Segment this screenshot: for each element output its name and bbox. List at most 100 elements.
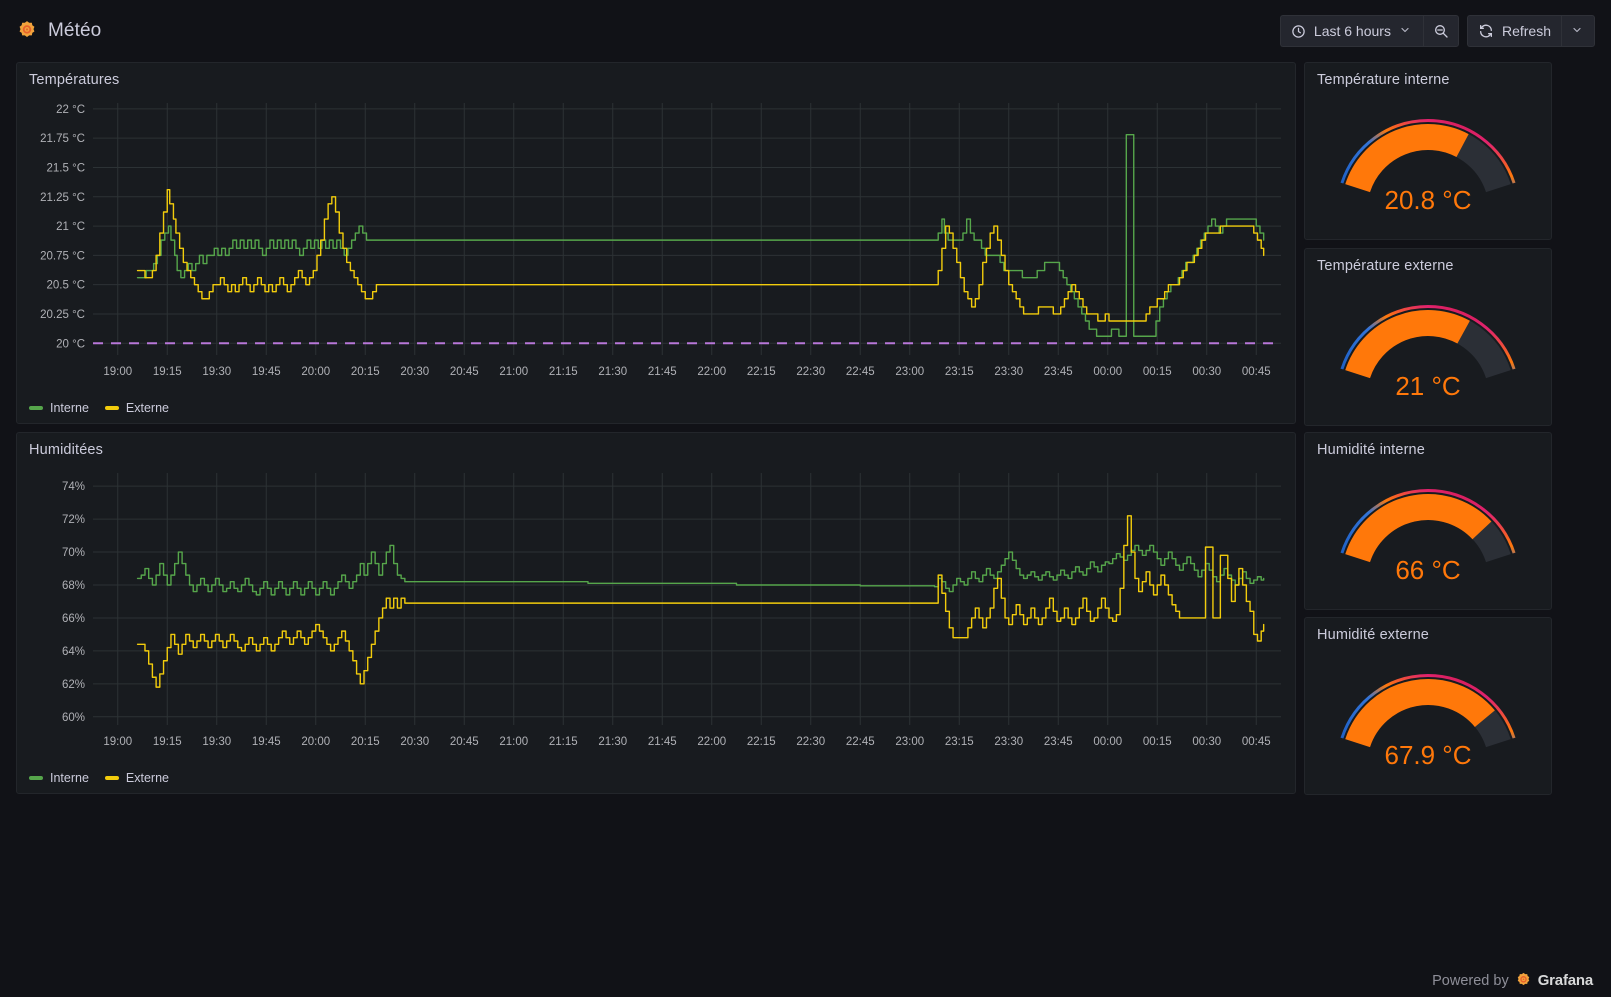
svg-text:66%: 66% [62, 613, 85, 625]
svg-text:20:15: 20:15 [351, 736, 380, 748]
svg-text:00:15: 00:15 [1143, 366, 1172, 378]
legend-swatch-interne [29, 776, 43, 780]
svg-text:20.75 °C: 20.75 °C [40, 250, 85, 262]
gauge-value-temp-externe: 21 °C [1395, 371, 1460, 401]
svg-text:68%: 68% [62, 580, 85, 592]
gauge-value-hum-externe: 67.9 °C [1384, 740, 1471, 770]
gauge-value-temp-interne: 20.8 °C [1384, 185, 1471, 215]
svg-text:20.5 °C: 20.5 °C [47, 280, 85, 292]
svg-text:22:30: 22:30 [796, 366, 825, 378]
svg-text:21.75 °C: 21.75 °C [40, 133, 85, 145]
legend-swatch-externe [104, 406, 119, 410]
panel-temperature-interne[interactable]: Température interne 20.8 °C [1304, 62, 1552, 240]
svg-text:21:15: 21:15 [549, 366, 578, 378]
timeseries-chart-humidites[interactable]: 60% 62% 64% 66% 68% 70% 72% 74% 19:00 19:15 19:30 1… [17, 461, 1295, 771]
svg-text:21:00: 21:00 [499, 736, 528, 748]
panel-temperature-externe[interactable]: Température externe 21 °C [1304, 248, 1552, 426]
panel-title-humidite-externe: Humidité externe [1317, 627, 1430, 643]
svg-text:00:00: 00:00 [1093, 366, 1122, 378]
svg-text:20:45: 20:45 [450, 366, 479, 378]
legend-swatch-externe [104, 776, 119, 780]
svg-text:20:00: 20:00 [301, 366, 330, 378]
svg-text:21.5 °C: 21.5 °C [47, 162, 85, 174]
legend-item-interne[interactable]: Interne [29, 771, 89, 785]
page-title: Météo [48, 20, 102, 41]
grafana-logo-icon [16, 20, 38, 42]
svg-text:00:45: 00:45 [1242, 736, 1271, 748]
svg-text:19:15: 19:15 [153, 736, 182, 748]
gauge-temperature-externe: 21 °C [1305, 275, 1551, 425]
svg-text:21:00: 21:00 [499, 366, 528, 378]
svg-text:72%: 72% [62, 514, 85, 526]
panel-humidite-externe[interactable]: Humidité externe 67.9 °C [1304, 617, 1552, 795]
svg-text:20:00: 20:00 [301, 736, 330, 748]
gauge-humidite-externe: 67.9 °C [1305, 644, 1551, 794]
clock-icon [1291, 24, 1306, 39]
svg-text:20:15: 20:15 [351, 366, 380, 378]
time-range-group: Last 6 hours [1279, 15, 1459, 47]
svg-text:19:30: 19:30 [202, 366, 231, 378]
panel-humidite-interne[interactable]: Humidité interne 66 °C [1304, 432, 1552, 610]
svg-text:20:45: 20:45 [450, 736, 479, 748]
gauge-humidite-interne: 66 °C [1305, 459, 1551, 609]
panel-title-humidites: Humiditées [29, 442, 104, 458]
dashboard-title-group[interactable]: Météo [16, 20, 101, 42]
footer-brand: Grafana [1537, 972, 1593, 989]
zoom-out-time-range-button[interactable] [1422, 15, 1459, 47]
svg-text:21:45: 21:45 [648, 736, 677, 748]
nav-controls: Last 6 hours Refresh [1279, 15, 1595, 47]
panel-humidites[interactable]: Humiditées 60% 62% 64% 66% 68% 70% 72% 74% 19:00… [16, 432, 1296, 794]
legend-item-externe[interactable]: Externe [104, 401, 170, 415]
legend-item-interne[interactable]: Interne [29, 401, 89, 415]
svg-text:00:15: 00:15 [1143, 736, 1172, 748]
svg-text:23:15: 23:15 [945, 736, 974, 748]
svg-text:23:30: 23:30 [994, 736, 1023, 748]
panel-title-temperature-interne: Température interne [1317, 72, 1450, 88]
svg-text:20:30: 20:30 [400, 366, 429, 378]
chevron-down-icon [1399, 24, 1413, 38]
svg-text:19:00: 19:00 [103, 366, 132, 378]
svg-text:00:45: 00:45 [1242, 366, 1271, 378]
svg-text:20 °C: 20 °C [56, 338, 85, 350]
svg-text:19:15: 19:15 [153, 366, 182, 378]
refresh-icon [1478, 23, 1494, 39]
svg-text:19:45: 19:45 [252, 366, 281, 378]
svg-text:22:00: 22:00 [697, 736, 726, 748]
svg-text:22:15: 22:15 [747, 736, 776, 748]
timeseries-chart-temperatures[interactable]: 20 °C 20.25 °C 20.5 °C 20.75 °C 21 °C 21.25 °… [17, 91, 1295, 401]
panel-title-temperatures: Températures [29, 72, 120, 88]
panel-title-temperature-externe: Température externe [1317, 258, 1454, 274]
gauge-value-hum-interne: 66 °C [1395, 555, 1460, 585]
refresh-group: Refresh [1466, 15, 1595, 47]
svg-text:19:30: 19:30 [202, 736, 231, 748]
svg-text:21:30: 21:30 [598, 736, 627, 748]
legend-label-externe: Externe [125, 401, 170, 415]
svg-text:00:00: 00:00 [1093, 736, 1122, 748]
svg-text:23:00: 23:00 [895, 736, 924, 748]
svg-text:21:30: 21:30 [598, 366, 627, 378]
time-range-picker[interactable]: Last 6 hours [1279, 15, 1423, 47]
panel-temperatures[interactable]: Températures 20 °C 20.25 °C 20.5 °C 20.75 °… [16, 62, 1296, 424]
svg-text:20.25 °C: 20.25 °C [40, 309, 85, 321]
footer-powered-by[interactable]: Powered by Grafana [1432, 972, 1593, 989]
panel-title-humidite-interne: Humidité interne [1317, 442, 1425, 458]
refresh-interval-dropdown[interactable] [1561, 15, 1595, 47]
legend-swatch-interne [29, 406, 43, 410]
legend-item-externe[interactable]: Externe [104, 771, 169, 785]
refresh-button[interactable]: Refresh [1466, 15, 1561, 47]
footer-text: Powered by [1432, 972, 1509, 989]
svg-text:21 °C: 21 °C [56, 221, 85, 233]
svg-text:22:45: 22:45 [846, 366, 875, 378]
svg-text:21.25 °C: 21.25 °C [40, 192, 85, 204]
svg-text:62%: 62% [62, 679, 85, 691]
top-navigation-bar: Météo Last 6 hours Refresh [0, 0, 1611, 62]
legend-temperatures: Interne Externe [29, 401, 169, 415]
legend-label-interne: Interne [50, 771, 89, 785]
svg-text:23:15: 23:15 [945, 366, 974, 378]
svg-text:23:45: 23:45 [1044, 736, 1073, 748]
legend-humidites: Interne Externe [29, 771, 169, 785]
svg-text:22:30: 22:30 [796, 736, 825, 748]
svg-text:23:45: 23:45 [1044, 366, 1073, 378]
svg-text:22:45: 22:45 [846, 736, 875, 748]
svg-text:20:30: 20:30 [400, 736, 429, 748]
